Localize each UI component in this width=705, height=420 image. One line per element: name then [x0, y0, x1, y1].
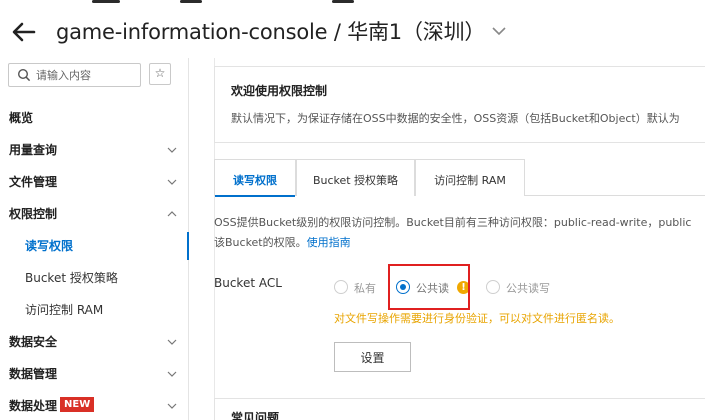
tab-bucket-policy[interactable]: Bucket 授权策略	[296, 159, 415, 196]
active-indicator	[187, 232, 189, 260]
welcome-panel: 欢迎使用权限控制 默认情况下，为保证存储在OSS中数据的安全性，OSS资源（包括…	[214, 66, 705, 143]
intro-line-2: 该Bucket的权限。使用指南	[214, 233, 691, 253]
top-edge-strip	[0, 0, 705, 4]
sidebar-item-label: 数据处理	[9, 399, 58, 413]
bucket-acl-label: Bucket ACL	[214, 276, 282, 290]
tab-ram[interactable]: 访问控制 RAM	[415, 159, 525, 196]
tab-label: 读写权限	[233, 174, 277, 187]
tab-bar: 读写权限 Bucket 授权策略 访问控制 RAM	[214, 159, 705, 197]
intro-text: OSS提供Bucket级别的权限访问控制。Bucket目前有三种访问权限：pub…	[214, 213, 691, 253]
favorite-button[interactable]: ☆	[149, 63, 171, 85]
chevron-down-icon[interactable]	[491, 23, 507, 37]
intro-line-1: OSS提供Bucket级别的权限访问控制。Bucket目前有三种访问权限：pub…	[214, 216, 692, 229]
chevron-down-icon	[167, 371, 177, 377]
radio-circle	[334, 280, 348, 294]
chevron-down-icon	[167, 403, 177, 409]
faq-panel: 常见问题	[214, 398, 705, 420]
sidebar-item-label: 读写权限	[25, 239, 74, 253]
faq-title: 常见问题	[231, 411, 280, 420]
chevron-down-icon	[167, 147, 177, 153]
sidebar-item-usage-query[interactable]: 用量查询	[0, 136, 188, 164]
welcome-description: 默认情况下，为保证存储在OSS中数据的安全性，OSS资源（包括Bucket和Ob…	[231, 112, 680, 125]
sidebar: ☆ 概览 用量查询 文件管理 权限控制 读写权限 Bucket 授权策略 访问控…	[0, 58, 189, 420]
sidebar-item-label: 数据管理	[9, 367, 58, 381]
sidebar-item-label: Bucket 授权策略	[25, 271, 118, 285]
radio-label: 私有	[354, 282, 376, 295]
save-button[interactable]: 设置	[334, 342, 411, 372]
page-title: game-information-console / 华南1（深圳）	[56, 20, 486, 44]
welcome-title: 欢迎使用权限控制	[231, 84, 328, 98]
highlight-box	[388, 264, 470, 310]
chevron-down-icon	[167, 179, 177, 185]
header-bar: game-information-console / 华南1（深圳）	[0, 0, 705, 58]
tab-read-write-permission[interactable]: 读写权限	[214, 159, 296, 197]
sidebar-item-data-security[interactable]: 数据安全	[0, 328, 188, 356]
sidebar-item-data-processing[interactable]: 数据处理 NEW	[0, 392, 188, 420]
search-input[interactable]	[36, 66, 136, 84]
sidebar-item-read-write-permission[interactable]: 读写权限	[0, 232, 189, 260]
sidebar-item-label: 数据安全	[9, 335, 58, 349]
sidebar-item-access-control[interactable]: 权限控制	[0, 200, 188, 228]
radio-circle	[486, 280, 500, 294]
intro-line-2-text: 该Bucket的权限。	[214, 236, 307, 249]
sidebar-item-label: 用量查询	[9, 143, 58, 157]
sidebar-item-label: 访问控制 RAM	[25, 303, 104, 317]
sidebar-item-file-management[interactable]: 文件管理	[0, 168, 188, 196]
search-icon	[17, 68, 31, 82]
chevron-down-icon	[167, 339, 177, 345]
new-badge: NEW	[60, 397, 95, 412]
sidebar-item-data-management[interactable]: 数据管理	[0, 360, 188, 388]
sidebar-item-label: 权限控制	[9, 207, 58, 221]
sidebar-item-label: 文件管理	[9, 175, 58, 189]
sidebar-item-bucket-policy[interactable]: Bucket 授权策略	[0, 264, 188, 292]
radio-label: 公共读写	[506, 282, 550, 295]
star-icon: ☆	[154, 66, 166, 80]
sidebar-item-overview[interactable]: 概览	[0, 104, 188, 132]
sidebar-item-ram[interactable]: 访问控制 RAM	[0, 296, 188, 324]
chevron-up-icon	[167, 211, 177, 217]
tab-label: Bucket 授权策略	[312, 174, 399, 187]
guide-link[interactable]: 使用指南	[307, 236, 351, 249]
tab-label: 访问控制 RAM	[434, 174, 506, 187]
main-content: 欢迎使用权限控制 默认情况下，为保证存储在OSS中数据的安全性，OSS资源（包括…	[190, 58, 705, 420]
sidebar-item-label: 概览	[9, 111, 34, 125]
acl-warning-text: 对文件写操作需要进行身份验证，可以对文件进行匿名读。	[334, 312, 620, 325]
search-box[interactable]	[8, 63, 141, 87]
arrow-left-icon[interactable]	[10, 18, 38, 46]
